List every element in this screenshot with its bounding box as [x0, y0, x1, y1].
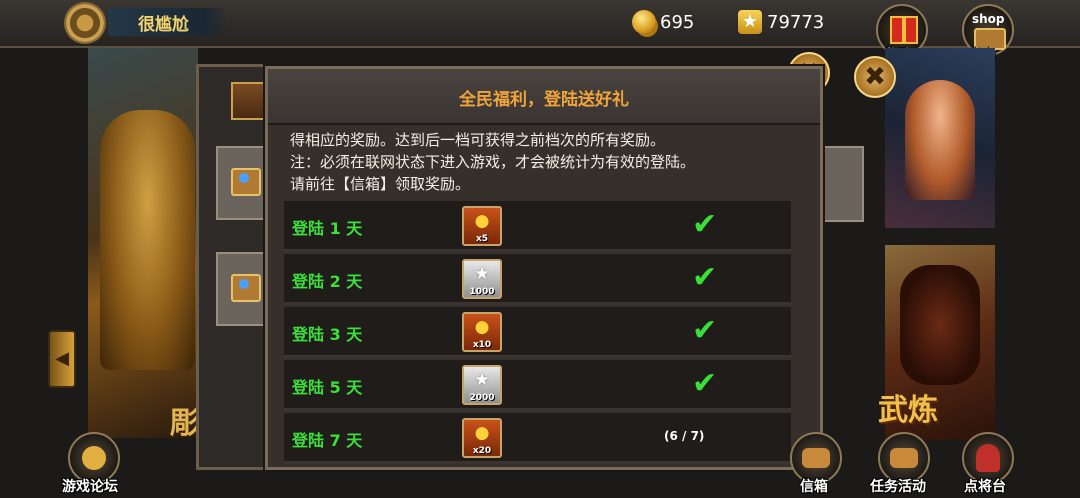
reward-row: 登陆 2 天 ★ 1000 ✔	[284, 254, 791, 305]
helmet-icon	[976, 444, 1000, 472]
reward-row: 登陆 5 天 ★ 2000 ✔	[284, 360, 791, 411]
reward-quantity: x5	[475, 234, 489, 244]
description-line: 得相应的奖励。达到后一档可获得之前档次的所有奖励。	[290, 131, 666, 149]
coin-stack-icon: ● x20	[462, 418, 502, 458]
day-label: 登陆 5 天	[292, 378, 363, 397]
star-icon: ★ 1000	[462, 259, 502, 299]
description-line: 注：必须在联网状态下进入游戏，才会被统计为有效的登陆。	[290, 153, 696, 171]
day-label: 登陆 7 天	[292, 431, 363, 450]
day-label: 登陆 2 天	[292, 272, 363, 291]
check-icon: ✔	[692, 313, 718, 348]
reward-quantity: x10	[472, 340, 492, 350]
armored-general-art	[100, 110, 195, 370]
day-label: 登陆 1 天	[292, 219, 363, 238]
progress-counter: (6 / 7)	[664, 429, 705, 443]
check-icon: ✔	[692, 207, 718, 242]
gold-coin-icon	[632, 10, 656, 34]
background-tab-icon[interactable]	[231, 82, 269, 120]
star-icon: ★	[738, 10, 762, 34]
scroll-icon	[890, 448, 918, 468]
background-chest-slot[interactable]	[216, 252, 270, 326]
reward-row: 登陆 3 天 ● x10 ✔	[284, 307, 791, 358]
left-arrow-button[interactable]: ◀	[48, 330, 76, 388]
warhorse-art	[900, 265, 980, 385]
generals-label: 点将台	[964, 479, 1006, 495]
close-button-back[interactable]: ✖	[854, 56, 896, 98]
dialog-title: 全民福利，登陆送好礼	[459, 90, 629, 110]
forum-label: 游戏论坛	[62, 479, 118, 495]
reward-quantity: 1000	[469, 287, 495, 297]
day-label: 登陆 3 天	[292, 325, 363, 344]
gem-chest-icon	[231, 274, 261, 302]
dialog-header: 全民福利，登陆送好礼	[268, 69, 820, 125]
reward-row: 登陆 1 天 ● x5 ✔	[284, 201, 791, 252]
coin-stack-icon: ● x5	[462, 206, 502, 246]
gem-chest-icon	[231, 168, 261, 196]
mailbox-label: 信箱	[800, 479, 828, 495]
star-count: 79773	[767, 12, 825, 33]
player-name: 很尴尬	[138, 15, 189, 35]
mail-scroll-icon	[802, 448, 830, 468]
right-banner-text: 武炼	[878, 393, 938, 428]
reward-row: 登陆 7 天 ● x20 (6 / 7)	[284, 413, 791, 464]
star-icon: ★ 2000	[462, 365, 502, 405]
coin-count: 695	[660, 12, 695, 33]
people-icon	[82, 446, 106, 470]
coin-stack-icon: ● x10	[462, 312, 502, 352]
check-icon: ✔	[692, 366, 718, 401]
description-line: 请前往【信箱】领取奖励。	[290, 175, 471, 193]
shop-badge: shop	[972, 12, 1005, 26]
check-icon: ✔	[692, 260, 718, 295]
settings-gear-icon[interactable]	[66, 4, 104, 42]
login-reward-dialog: 全民福利，登陆送好礼 得相应的奖励。达到后一档可获得之前档次的所有奖励。 注：必…	[265, 66, 823, 470]
gift-box-icon	[890, 16, 918, 44]
heroine-art	[905, 80, 975, 200]
background-chest-slot[interactable]	[216, 146, 270, 220]
reward-quantity: 2000	[469, 393, 495, 403]
missions-label: 任务活动	[870, 479, 926, 495]
reward-quantity: x20	[472, 446, 492, 456]
